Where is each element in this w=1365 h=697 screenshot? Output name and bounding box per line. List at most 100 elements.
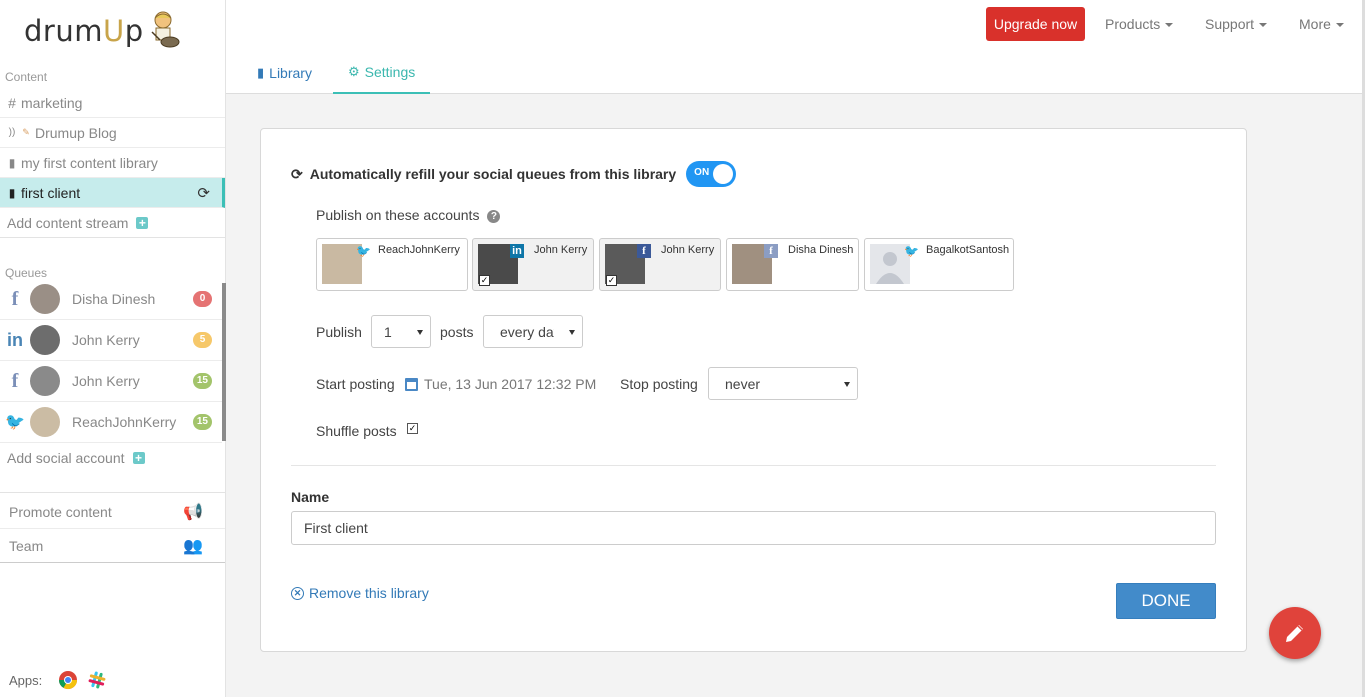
sidebar-item-label: Drumup Blog xyxy=(35,124,117,141)
twitter-icon: 🐦 xyxy=(904,244,919,258)
tab-library[interactable]: ▮ Library xyxy=(242,52,327,94)
more-label: More xyxy=(1299,16,1331,32)
linkedin-icon: in xyxy=(7,329,23,350)
account-card-bagalkotsantosh[interactable]: 🐦 BagalkotSantosh xyxy=(864,238,1014,291)
upgrade-now-button[interactable]: Upgrade now xyxy=(986,7,1085,41)
products-menu[interactable]: Products xyxy=(1105,16,1174,32)
dropdown-caret-icon xyxy=(417,330,423,335)
account-name: BagalkotSantosh xyxy=(926,244,1010,256)
sidebar: drumUp Content # marketing )) ✎ Drumup B… xyxy=(0,0,226,697)
add-content-stream-label: Add content stream xyxy=(7,214,129,231)
queue-name: John Kerry xyxy=(72,373,140,389)
chrome-icon[interactable] xyxy=(58,670,78,690)
stop-posting-select[interactable]: never xyxy=(708,367,858,400)
frequency-value: every day xyxy=(500,323,554,340)
account-card-johnkerry-linkedin[interactable]: in ✓ John Kerry xyxy=(472,238,594,291)
queue-name: ReachJohnKerry xyxy=(72,414,177,430)
slack-icon[interactable] xyxy=(88,671,106,689)
sidebar-item-label: first client xyxy=(21,184,81,201)
queue-item[interactable]: 🐦 ReachJohnKerry 15 xyxy=(0,402,222,443)
hashtag-icon: # xyxy=(8,94,16,111)
auto-refill-toggle[interactable]: ON xyxy=(686,161,737,187)
account-name: ReachJohnKerry xyxy=(378,244,460,256)
dropdown-caret-icon xyxy=(844,382,850,387)
library-name-input[interactable] xyxy=(291,511,1216,545)
compose-button[interactable] xyxy=(1269,607,1321,659)
avatar xyxy=(30,284,60,314)
toggle-on-label: ON xyxy=(694,167,710,178)
start-date-value: Tue, 13 Jun 2017 12:32 PM xyxy=(424,376,597,392)
account-card-reachjohnkerry[interactable]: 🐦 ReachJohnKerry xyxy=(316,238,468,291)
caret-down-icon xyxy=(1259,23,1268,28)
avatar xyxy=(30,407,60,437)
sidebar-item-first-client[interactable]: ▮ first client ⟳ xyxy=(0,178,225,208)
start-posting-label: Start posting xyxy=(316,376,395,392)
done-button[interactable]: DONE xyxy=(1116,583,1216,619)
queue-count-badge: 5 xyxy=(193,332,212,348)
sidebar-item-marketing[interactable]: # marketing xyxy=(0,88,225,118)
team[interactable]: Team 👥 xyxy=(0,529,225,563)
content-section-label: Content xyxy=(5,70,48,84)
divider xyxy=(291,465,1216,466)
facebook-icon: f xyxy=(764,244,778,258)
queue-item[interactable]: in John Kerry 5 xyxy=(0,320,222,361)
publish-accounts-row: Publish on these accounts? xyxy=(316,207,501,223)
queue-scrollbar[interactable] xyxy=(222,283,226,441)
publish-label: Publish xyxy=(316,324,362,340)
team-icon: 👥 xyxy=(183,537,203,555)
add-content-stream[interactable]: Add content stream + xyxy=(0,208,225,238)
team-label: Team xyxy=(9,537,44,554)
tab-settings-label: Settings xyxy=(364,64,416,80)
queue-count-badge: 15 xyxy=(192,414,212,430)
sidebar-item-my-first-content-library[interactable]: ▮ my first content library xyxy=(0,148,225,178)
account-checkbox[interactable]: ✓ xyxy=(606,275,617,286)
auto-refill-row: ⟳ Automatically refill your social queue… xyxy=(291,161,737,187)
frequency-select[interactable]: every day xyxy=(483,315,583,348)
gear-icon: ⚙ xyxy=(348,64,360,79)
sidebar-item-label: marketing xyxy=(21,94,83,111)
caret-down-icon xyxy=(1335,23,1344,28)
add-social-account-label: Add social account xyxy=(7,450,125,466)
account-name: Disha Dinesh xyxy=(788,244,854,256)
sidebar-item-drumup-blog[interactable]: )) ✎ Drumup Blog xyxy=(0,118,225,148)
support-menu[interactable]: Support xyxy=(1205,16,1268,32)
queue-item[interactable]: f John Kerry 15 xyxy=(0,361,222,402)
queue-name: John Kerry xyxy=(72,332,140,348)
promote-content[interactable]: Promote content 📢 xyxy=(0,495,225,529)
shuffle-posts-checkbox[interactable]: ✓ xyxy=(407,423,418,434)
remove-circle-icon: ✕ xyxy=(291,586,304,600)
support-label: Support xyxy=(1205,16,1255,32)
plus-icon: + xyxy=(136,216,149,229)
more-menu[interactable]: More xyxy=(1299,16,1344,32)
linkedin-icon: in xyxy=(510,244,524,258)
publish-count-value: 1 xyxy=(384,323,392,340)
pencil-icon xyxy=(1286,625,1303,642)
library-settings-card: ⟳ Automatically refill your social queue… xyxy=(260,128,1247,652)
publish-accounts-label: Publish on these accounts xyxy=(316,207,480,223)
tab-settings[interactable]: ⚙ Settings xyxy=(333,52,431,94)
logo-text: drumUp xyxy=(24,14,144,48)
account-checkbox[interactable]: ✓ xyxy=(479,275,490,286)
stop-posting-value: never xyxy=(725,375,761,392)
drumup-logo[interactable]: drumUp xyxy=(24,6,180,56)
products-label: Products xyxy=(1105,16,1161,32)
bookmark-icon: ▮ xyxy=(8,185,16,200)
drumup-mini-icon: ✎ xyxy=(22,127,30,137)
account-card-dishadinesh[interactable]: f Disha Dinesh xyxy=(726,238,859,291)
caret-down-icon xyxy=(1165,23,1174,28)
shuffle-posts-label: Shuffle posts xyxy=(316,423,397,439)
apps-label: Apps: xyxy=(9,672,43,688)
toggle-knob xyxy=(713,164,734,184)
queue-item[interactable]: f Disha Dinesh 0 xyxy=(0,279,222,320)
bookmark-icon: ▮ xyxy=(8,155,16,170)
remove-library-link[interactable]: ✕ Remove this library xyxy=(291,585,429,601)
help-icon[interactable]: ? xyxy=(487,209,501,223)
add-social-account[interactable]: Add social account + xyxy=(0,444,225,493)
avatar xyxy=(30,325,60,355)
refresh-icon[interactable]: ⟳ xyxy=(197,184,210,202)
publish-count-select[interactable]: 1 xyxy=(371,315,431,348)
start-date-picker[interactable]: Tue, 13 Jun 2017 12:32 PM xyxy=(405,376,596,392)
twitter-icon: 🐦 xyxy=(356,244,371,258)
queues-section-label: Queues xyxy=(5,266,48,280)
account-card-johnkerry-facebook[interactable]: f ✓ John Kerry xyxy=(599,238,721,291)
